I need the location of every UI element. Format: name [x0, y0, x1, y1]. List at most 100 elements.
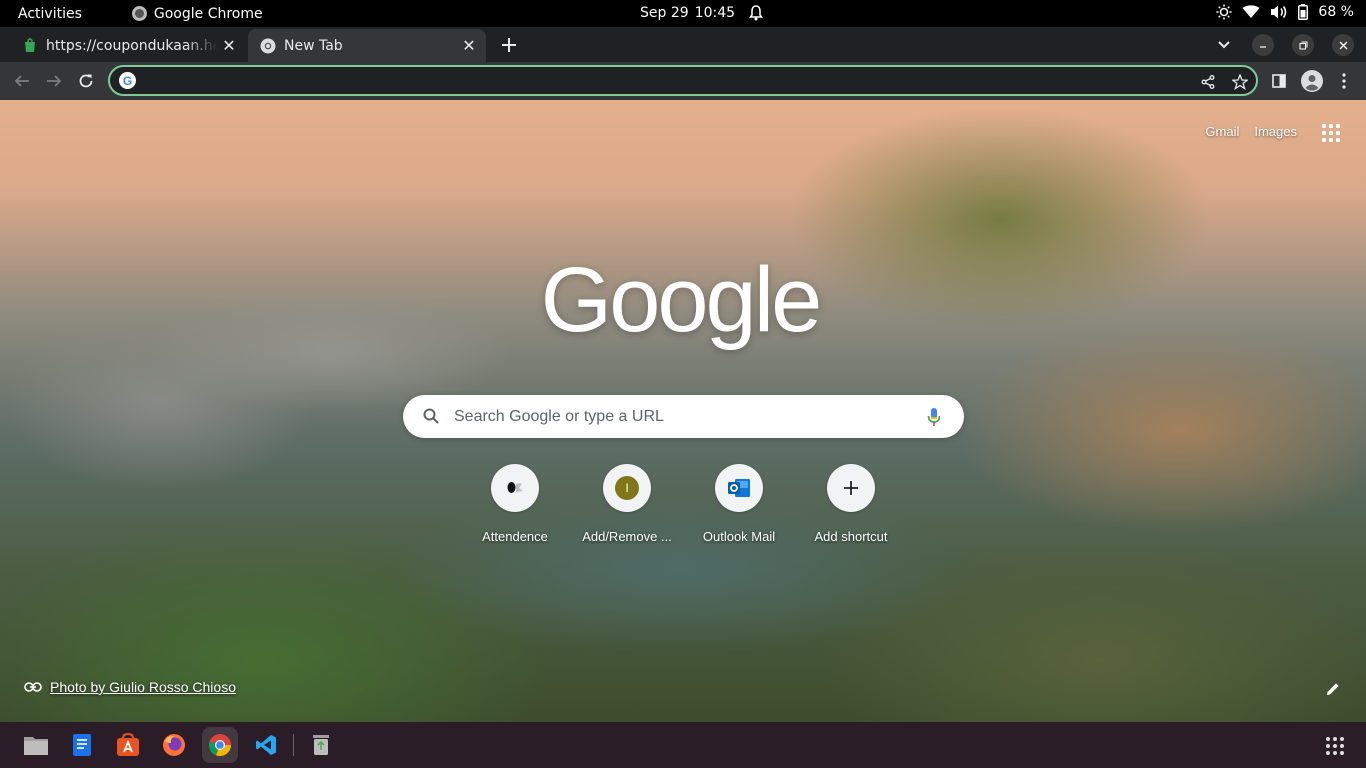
software-center-app[interactable]: [110, 727, 146, 763]
pencil-icon[interactable]: [1325, 681, 1341, 697]
forward-button[interactable]: [41, 68, 67, 94]
app-name-label: Google Chrome: [153, 5, 263, 22]
images-link[interactable]: Images: [1254, 124, 1297, 139]
shortcut-add[interactable]: Add shortcut: [795, 464, 907, 544]
close-tab-icon[interactable]: ✕: [458, 35, 480, 57]
chrome-app[interactable]: [202, 727, 238, 763]
gmail-link[interactable]: Gmail: [1205, 124, 1239, 139]
google-apps-icon[interactable]: [1322, 124, 1340, 142]
vscode-app[interactable]: [248, 727, 284, 763]
kebab-menu-icon: [1342, 73, 1346, 89]
reload-icon: [79, 74, 93, 88]
chrome-favicon-icon: [260, 38, 276, 53]
restore-icon: [1299, 41, 1307, 49]
shortcut-label: Add/Remove ...: [582, 529, 672, 544]
new-tab-button[interactable]: [497, 33, 521, 57]
battery-icon: [1298, 4, 1309, 20]
trash-app[interactable]: [303, 727, 339, 763]
shortcut-outlook-mail[interactable]: Outlook Mail: [683, 464, 795, 544]
vscode-icon: [256, 735, 276, 755]
google-logo: Google: [540, 249, 823, 351]
app-menu[interactable]: Google Chrome: [131, 5, 263, 22]
star-icon: [1232, 74, 1248, 90]
clock-date: Sep 29: [640, 5, 689, 21]
chrome-icon: [131, 6, 147, 21]
firefox-app[interactable]: [156, 727, 192, 763]
side-panel-icon: [1272, 74, 1286, 88]
clock[interactable]: Sep 29 10:45: [640, 5, 764, 21]
shortcut-tile: [715, 464, 763, 512]
activities-button[interactable]: Activities: [18, 6, 82, 22]
chevron-down-icon: [1218, 41, 1230, 49]
chrome-icon: [208, 734, 232, 757]
address-bar[interactable]: G: [108, 65, 1258, 96]
dock-separator: [293, 734, 294, 756]
attendence-favicon-icon: [507, 482, 523, 493]
bookmark-button[interactable]: [1230, 72, 1250, 92]
tab-title: New Tab: [284, 37, 343, 54]
close-icon: [1339, 41, 1347, 49]
tab-title: https://coupondukaan.he: [46, 37, 218, 54]
search-box[interactable]: [403, 395, 964, 438]
bell-icon: [749, 5, 764, 21]
share-icon: [1201, 75, 1215, 89]
address-input[interactable]: [144, 70, 1184, 91]
reload-button[interactable]: [73, 68, 99, 94]
tab-coupondukaan[interactable]: https://coupondukaan.he ✕: [10, 29, 246, 62]
arrow-left-icon: [14, 75, 29, 87]
show-apps-icon[interactable]: [1326, 737, 1344, 755]
files-app[interactable]: [18, 727, 54, 763]
menu-button[interactable]: [1331, 68, 1357, 94]
share-button[interactable]: [1198, 72, 1218, 92]
minimize-icon: [1260, 46, 1266, 48]
tab-search-button[interactable]: [1212, 33, 1236, 57]
microphone-icon[interactable]: [927, 407, 941, 427]
shortcut-add-remove[interactable]: I Add/Remove ...: [571, 464, 683, 544]
battery-percent: 68 %: [1318, 4, 1354, 20]
profile-button[interactable]: [1299, 68, 1325, 94]
shortcut-attendence[interactable]: Attendence: [459, 464, 571, 544]
volume-icon: [1271, 5, 1287, 19]
close-tab-icon[interactable]: ✕: [218, 35, 240, 57]
letter-i-favicon-icon: I: [615, 476, 639, 500]
browser-toolbar: G: [0, 62, 1366, 100]
shortcut-tile: [491, 464, 539, 512]
shortcut-label: Attendence: [482, 529, 548, 544]
dock: [0, 722, 1366, 768]
shortcuts-grid: Attendence I Add/Remove ... Outlook Mail…: [459, 464, 907, 544]
new-tab-page: Gmail Images Google Attendence I Add/Rem…: [0, 100, 1366, 722]
clock-time: 10:45: [694, 5, 736, 21]
firefox-icon: [163, 734, 185, 756]
photo-attribution: Photo by Giulio Rosso Chioso: [24, 679, 236, 695]
link-icon: [24, 682, 42, 692]
files-icon: [24, 737, 48, 755]
shortcut-label: Outlook Mail: [702, 529, 776, 544]
side-panel-button[interactable]: [1266, 68, 1292, 94]
brightness-icon: [1216, 4, 1232, 20]
restore-button[interactable]: [1292, 34, 1314, 56]
top-links: Gmail Images: [1205, 124, 1297, 139]
tab-strip: https://coupondukaan.he ✕ New Tab ✕: [0, 27, 1366, 62]
text-editor-app[interactable]: [64, 727, 100, 763]
arrow-right-icon: [47, 75, 62, 87]
trash-icon: [313, 735, 329, 755]
back-button[interactable]: [9, 68, 35, 94]
software-center-icon: [117, 733, 139, 756]
google-g-icon: G: [119, 72, 136, 89]
tab-new-tab[interactable]: New Tab ✕: [248, 29, 486, 62]
plus-icon: [502, 38, 516, 52]
shortcut-label: Add shortcut: [814, 529, 888, 544]
search-input[interactable]: [454, 406, 914, 428]
shortcut-tile: [827, 464, 875, 512]
system-tray[interactable]: 68 %: [1216, 4, 1354, 20]
outlook-icon: [728, 479, 750, 497]
close-window-button[interactable]: [1332, 34, 1354, 56]
wifi-icon: [1242, 5, 1260, 18]
system-top-bar: Activities Google Chrome Sep 29 10:45 68…: [0, 0, 1366, 27]
shortcut-tile: I: [603, 464, 651, 512]
site-favicon-icon: [25, 37, 35, 52]
minimize-button[interactable]: [1252, 34, 1274, 56]
text-editor-icon: [73, 734, 91, 756]
avatar-icon: [1301, 70, 1323, 92]
attribution-link[interactable]: Photo by Giulio Rosso Chioso: [50, 679, 236, 695]
